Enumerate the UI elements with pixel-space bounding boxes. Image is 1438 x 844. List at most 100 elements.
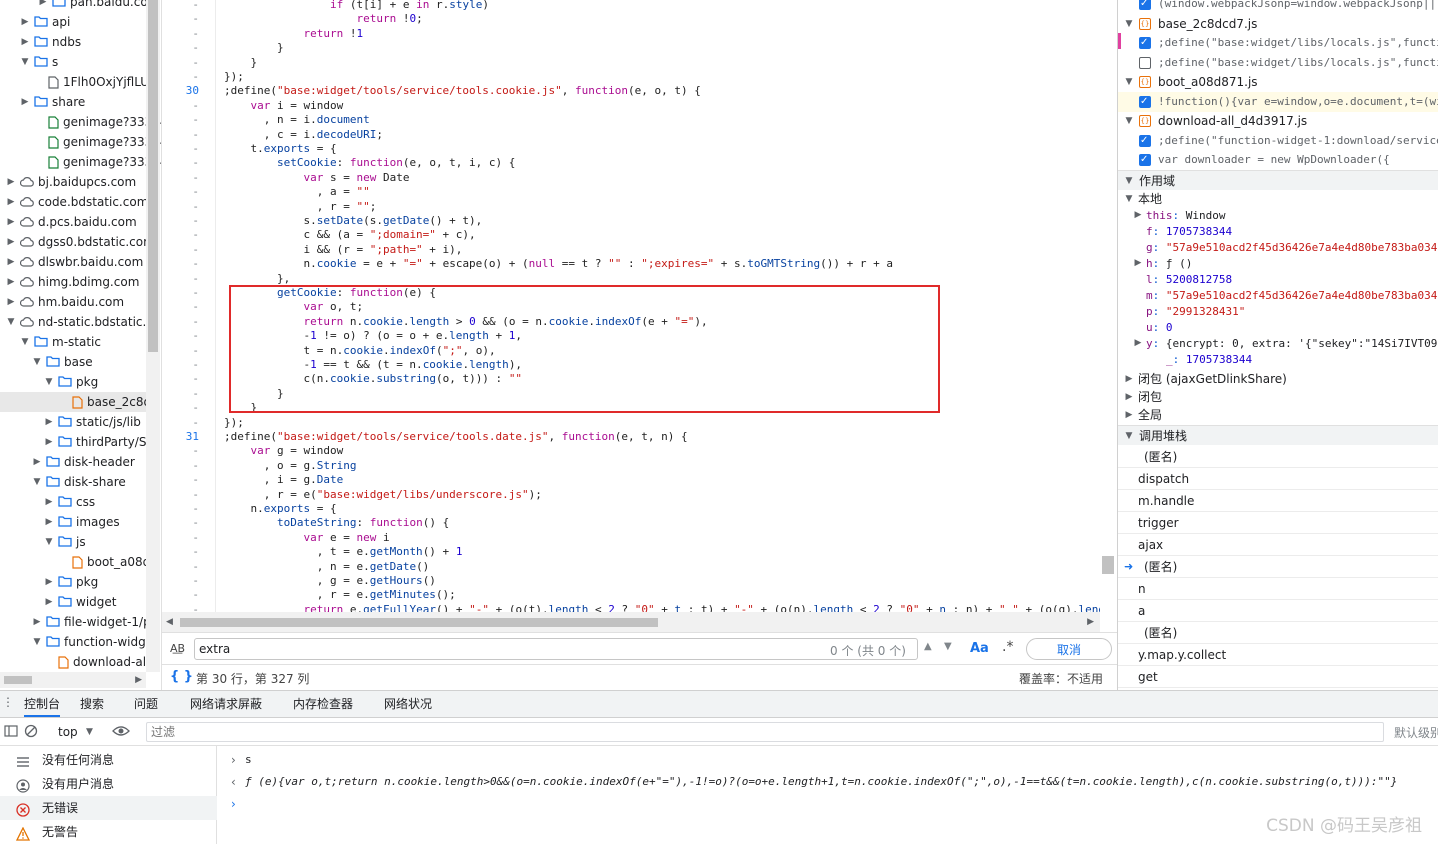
chevron-down-icon[interactable]: ▼: [1124, 426, 1134, 445]
chevron-right-icon[interactable]: ▶: [6, 172, 16, 192]
callstack-section-header[interactable]: ▼ 调用堆栈: [1118, 425, 1438, 445]
code-line[interactable]: var e = new i: [224, 531, 389, 545]
chevron-right-icon[interactable]: ▶: [1124, 369, 1134, 389]
breakpoint-file-group[interactable]: ▼ {} base_2c8dcd7.js: [1118, 14, 1438, 34]
chevron-right-icon[interactable]: ▶: [1124, 405, 1134, 425]
tab-network-conditions[interactable]: 网络状况: [384, 691, 432, 717]
editor-horizontal-scrollbar[interactable]: ◀ ▶: [162, 612, 1100, 632]
chevron-down-icon[interactable]: ▼: [1124, 72, 1134, 92]
tree-item[interactable]: ▶ static/js/lib: [0, 412, 146, 432]
code-line[interactable]: var s = new Date: [224, 171, 409, 185]
tree-horizontal-scrollbar[interactable]: ▶: [0, 672, 146, 688]
tree-item[interactable]: ▼ js: [0, 532, 146, 552]
tree-item[interactable]: ▶ widget: [0, 592, 146, 612]
tab-network-request-blocking[interactable]: 网络请求屏蔽: [190, 691, 262, 717]
code-line[interactable]: });: [224, 416, 244, 430]
chevron-right-icon[interactable]: ▶: [6, 232, 16, 252]
line-number[interactable]: -: [192, 300, 199, 314]
search-next-icon[interactable]: ▼: [944, 641, 952, 652]
chevron-right-icon[interactable]: ▶: [1133, 207, 1143, 223]
line-number[interactable]: -: [192, 344, 199, 358]
replace-toggle-icon[interactable]: A͟B: [170, 642, 185, 655]
tree-item[interactable]: ▶ disk-header: [0, 452, 146, 472]
line-number[interactable]: -: [192, 243, 199, 257]
chevron-right-icon[interactable]: ▶: [6, 272, 16, 292]
breakpoint-item[interactable]: !function(){var e=window,o=e.document,t=…: [1118, 91, 1438, 112]
chevron-right-icon[interactable]: ▶: [32, 612, 42, 632]
code-line[interactable]: return !0;: [224, 12, 422, 26]
breakpoint-checkbox[interactable]: [1139, 150, 1151, 170]
line-number[interactable]: -: [192, 200, 199, 214]
chevron-right-icon[interactable]: ▶: [20, 32, 30, 52]
breakpoint-checkbox[interactable]: [1139, 92, 1151, 112]
chevron-right-icon[interactable]: ▶: [20, 12, 30, 32]
chevron-right-icon[interactable]: ▶: [44, 592, 54, 612]
call-frame[interactable]: get: [1118, 666, 1438, 688]
call-frame[interactable]: (匿名): [1118, 446, 1438, 468]
chevron-down-icon[interactable]: ▼: [1124, 14, 1134, 34]
code-line[interactable]: c && (a = ";domain=" + c),: [224, 228, 475, 242]
call-frame[interactable]: ➜ (匿名): [1118, 556, 1438, 578]
tree-item[interactable]: ▼ function-widge: [0, 632, 154, 652]
code-line[interactable]: , n = e.getDate(): [224, 560, 430, 574]
code-line[interactable]: }: [224, 56, 257, 70]
code-line[interactable]: i && (r = ";path=" + i),: [224, 243, 462, 257]
code-line[interactable]: , r = "";: [224, 200, 377, 214]
chevron-right-icon[interactable]: ▶: [6, 252, 16, 272]
code-line[interactable]: , t = e.getMonth() + 1: [224, 545, 463, 559]
regex-button[interactable]: .*: [1002, 639, 1013, 655]
chevron-down-icon[interactable]: ▼: [1124, 111, 1134, 131]
code-line[interactable]: , n = i.document: [224, 113, 370, 127]
code-line[interactable]: ;define("base:widget/tools/service/tools…: [224, 84, 701, 98]
line-number[interactable]: -: [192, 70, 199, 84]
tree-item[interactable]: ▶ d.pcs.baidu.com: [0, 212, 146, 232]
chevron-right-icon[interactable]: ▶: [6, 292, 16, 312]
chevron-down-icon[interactable]: ▼: [32, 472, 42, 492]
tree-item[interactable]: download-all: [0, 652, 149, 672]
line-number[interactable]: -: [192, 171, 199, 185]
chevron-right-icon[interactable]: ▶: [44, 572, 54, 592]
sidebar-item-warnings[interactable]: 无警告: [0, 820, 217, 844]
chevron-right-icon[interactable]: ▶: [38, 0, 48, 12]
line-number[interactable]: -: [192, 574, 199, 588]
tab-memory-inspector[interactable]: 内存检查器: [293, 691, 353, 717]
console-result-text[interactable]: ƒ (e){var o,t;return n.cookie.length>0&&…: [245, 770, 1397, 794]
tab-search[interactable]: 搜索: [80, 691, 104, 717]
code-line[interactable]: , c = i.decodeURI;: [224, 128, 383, 142]
breakpoint-file-group[interactable]: ▼ {} boot_a08d871.js: [1118, 72, 1438, 92]
code-line[interactable]: , i = g.Date: [224, 473, 343, 487]
line-number[interactable]: -: [192, 387, 199, 401]
line-number[interactable]: -: [192, 286, 199, 300]
code-line[interactable]: s.setDate(s.getDate() + t),: [224, 214, 482, 228]
sidebar-toggle-icon[interactable]: [4, 724, 18, 741]
chevron-right-icon[interactable]: ▶: [32, 452, 42, 472]
line-number[interactable]: -: [192, 185, 199, 199]
tree-item[interactable]: base_2c8dc: [0, 392, 158, 412]
tree-item[interactable]: ▼ pkg: [0, 372, 146, 392]
chevron-down-icon[interactable]: ▼: [32, 352, 42, 372]
context-selector[interactable]: top ▼: [52, 722, 100, 742]
tree-scroll-thumb[interactable]: [148, 0, 158, 352]
breakpoint-item[interactable]: (window.webpackJsonp=window.webpackJsonp…: [1118, 0, 1438, 14]
line-number[interactable]: -: [192, 142, 199, 156]
tree-item[interactable]: ▶ images: [0, 512, 146, 532]
breakpoint-item[interactable]: ;define("base:widget/libs/locals.js",fun…: [1118, 33, 1438, 53]
code-line[interactable]: }: [224, 41, 284, 55]
tree-item[interactable]: ▼ s: [0, 52, 146, 72]
tree-hscroll-thumb[interactable]: [4, 676, 32, 684]
chevron-down-icon[interactable]: ▼: [20, 52, 30, 72]
scroll-left-icon[interactable]: ◀: [166, 612, 173, 632]
tree-item[interactable]: ▶ code.bdstatic.com: [0, 192, 149, 212]
chevron-down-icon[interactable]: ▼: [44, 532, 54, 552]
editor-scroll-thumb[interactable]: [1102, 556, 1114, 574]
chevron-right-icon[interactable]: ▶: [1133, 255, 1143, 271]
chevron-down-icon[interactable]: ▼: [20, 332, 30, 352]
scope-section-header[interactable]: ▼ 作用域: [1118, 169, 1438, 190]
editor-vertical-scrollbar[interactable]: [1100, 0, 1116, 612]
tree-item[interactable]: genimage?333242: [0, 132, 161, 152]
console-output[interactable]: › s ‹ ƒ (e){var o,t;return n.cookie.leng…: [217, 746, 1438, 844]
breakpoint-item[interactable]: ;define("function-widget-1:download/serv…: [1118, 131, 1438, 151]
line-number[interactable]: -: [192, 473, 199, 487]
line-number[interactable]: -: [192, 588, 199, 602]
chevron-right-icon[interactable]: ▶: [20, 92, 30, 112]
